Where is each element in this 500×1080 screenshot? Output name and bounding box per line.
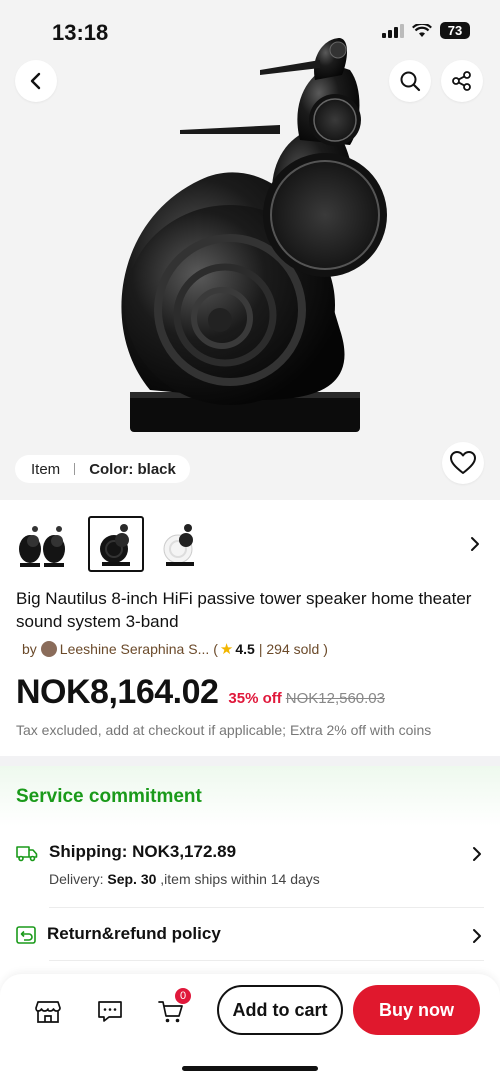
discount-badge: 35% off (228, 690, 282, 707)
delivery-info: Delivery: Sep. 30 ,item ships within 14 … (49, 871, 320, 887)
speaker-black-thumbnail (100, 524, 130, 566)
shipping-row[interactable]: Shipping: NOK3,172.89 Delivery: Sep. 30 … (0, 838, 500, 898)
search-icon (400, 71, 421, 92)
rating-value: 4.5 (235, 641, 255, 657)
bottom-action-bar: 0 Add to cart Buy now (0, 974, 500, 1080)
wifi-icon (412, 23, 432, 37)
status-icons: 73 (382, 22, 470, 39)
product-title: Big Nautilus 8-inch HiFi passive tower s… (16, 589, 472, 631)
add-to-cart-button[interactable]: Add to cart (217, 985, 343, 1035)
speaker-pair-thumbnail (19, 526, 65, 567)
section-divider (0, 756, 500, 766)
wishlist-button[interactable] (442, 442, 484, 484)
seller-avatar (40, 641, 57, 657)
buy-now-button[interactable]: Buy now (353, 985, 480, 1035)
price-row: NOK8,164.02 35% off NOK12,560.03 (16, 673, 385, 712)
delivery-detail: ,item ships within 14 days (160, 871, 320, 887)
current-price: NOK8,164.02 (16, 673, 219, 711)
row-divider (49, 960, 484, 961)
chat-icon (98, 1001, 122, 1022)
chevron-left-icon (30, 72, 41, 90)
truck-icon (16, 846, 38, 862)
service-title: Service commitment (16, 786, 202, 807)
store-icon (35, 1001, 61, 1023)
color-label: Color: black (89, 460, 176, 478)
delivery-label: Delivery: (49, 871, 104, 887)
share-button[interactable] (441, 60, 483, 102)
search-button[interactable] (389, 60, 431, 102)
speaker-white-thumbnail (163, 524, 194, 566)
by-label: by (22, 641, 37, 657)
chevron-right-icon (473, 847, 481, 861)
seller-rating-line: by Leeshine Seraphina S... ( ★ 4.5 | 294… (22, 640, 328, 658)
back-button[interactable] (15, 60, 57, 102)
open-paren: ( (213, 641, 218, 657)
share-icon (452, 71, 471, 91)
thumbnail-white[interactable] (152, 516, 208, 572)
chat-button[interactable] (94, 996, 126, 1028)
status-time: 13:18 (52, 20, 109, 45)
cart-count-badge: 0 (174, 987, 192, 1005)
return-icon (16, 926, 36, 944)
seller-name-link[interactable]: Leeshine Seraphina S... (60, 641, 209, 657)
product-image-gallery[interactable]: 13:18 73 Item Color: black (0, 0, 500, 500)
tax-note: Tax excluded, add at checkout if applica… (16, 722, 432, 738)
divider (74, 463, 76, 475)
chevron-right-icon (471, 537, 479, 551)
star-icon: ★ (219, 641, 234, 658)
return-refund-row[interactable]: Return&refund policy (0, 918, 500, 954)
shipping-cost: Shipping: NOK3,172.89 (49, 842, 237, 861)
thumbnails-more-button[interactable] (470, 536, 480, 557)
service-commitment-section: Service commitment Shipping: NOK3,172.89… (0, 766, 500, 980)
thumbnail-pair[interactable] (15, 516, 71, 572)
original-price: NOK12,560.03 (285, 690, 385, 707)
row-divider (49, 907, 484, 908)
return-policy-label: Return&refund policy (47, 924, 221, 943)
home-indicator (182, 1066, 318, 1071)
chevron-right-icon (473, 929, 481, 943)
thumbnail-strip (0, 510, 500, 580)
battery-indicator: 73 (440, 22, 470, 39)
delivery-date: Sep. 30 (107, 871, 157, 887)
sold-count: | 294 sold ) (258, 641, 328, 657)
item-label: Item (31, 460, 61, 478)
heart-icon (450, 451, 476, 474)
item-color-selector[interactable]: Item Color: black (15, 455, 190, 483)
store-button[interactable] (32, 996, 64, 1028)
speaker-product-image (121, 38, 387, 432)
thumbnail-black-selected[interactable] (88, 516, 144, 572)
